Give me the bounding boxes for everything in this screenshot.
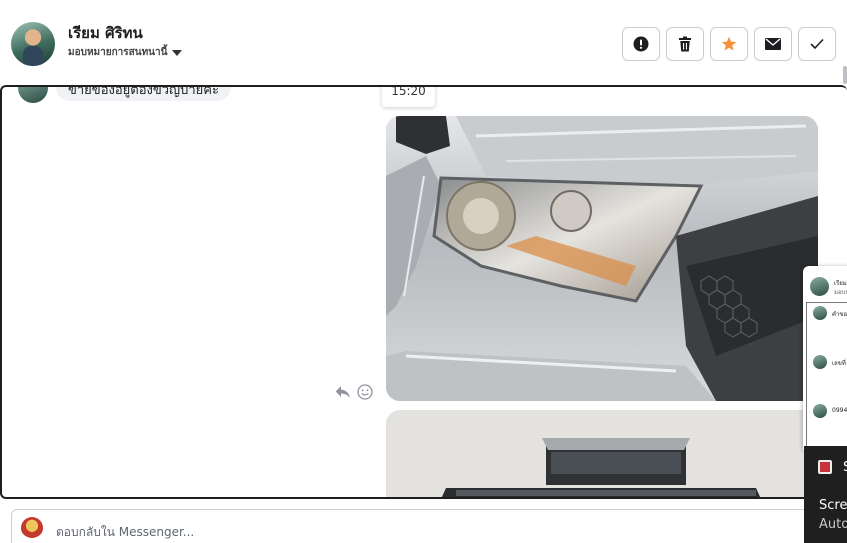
conversation-header: เรียม ศิริทน มอบหมายการสนทนานี้ [0, 0, 847, 86]
contact-avatar[interactable] [11, 22, 55, 66]
popout-item-avatar [813, 404, 827, 418]
caret-down-icon [172, 50, 183, 56]
message-tools [335, 384, 373, 400]
assign-label: มอบหมายการสนทนานี้ [68, 47, 168, 58]
popout-subtitle: มอบหม [834, 289, 847, 296]
envelope-icon [765, 38, 781, 50]
mark-spam-button[interactable] [622, 27, 660, 61]
header-scrollbar[interactable] [843, 66, 847, 84]
trash-icon [679, 36, 691, 52]
message-photo[interactable] [386, 410, 818, 497]
popout-avatar [810, 277, 829, 296]
reply-composer[interactable]: ตอบกลับใน Messenger... [11, 509, 847, 543]
conversation-actions [622, 27, 836, 61]
reply-input[interactable]: ตอบกลับใน Messenger... [56, 523, 194, 542]
delete-button[interactable] [666, 27, 704, 61]
reply-icon[interactable] [335, 385, 351, 399]
star-button[interactable] [710, 27, 748, 61]
contact-name[interactable]: เรียม ศิริทน [68, 21, 143, 45]
inbox-conversation-view: เรียม ศิริทน มอบหมายการสนทนานี้ ขายของอย… [0, 0, 847, 543]
popout-thread [806, 302, 847, 448]
exclamation-icon [633, 36, 649, 52]
check-icon [810, 38, 824, 50]
app-icon [818, 460, 832, 474]
mark-done-button[interactable] [798, 27, 836, 61]
mark-unread-button[interactable] [754, 27, 792, 61]
truck-rear-photo [386, 410, 818, 497]
page-avatar [21, 517, 43, 539]
message-photo[interactable] [386, 116, 818, 401]
popout-chat-panel[interactable]: เรียม มอบหม คำขอ เลขที่ 0994 [803, 266, 847, 450]
popout-item-avatar [813, 355, 827, 369]
sender-avatar [18, 87, 48, 103]
message-thread: ขายของอยู่ต้องขวัญบายค่ะ 15:20 [0, 85, 847, 499]
message-timestamp: 15:20 [382, 87, 435, 107]
message-bubble[interactable]: ขายของอยู่ต้องขวัญบายค่ะ [56, 87, 231, 101]
popout-item[interactable]: 0994 [832, 407, 847, 414]
emoji-icon[interactable] [357, 384, 373, 400]
popout-item[interactable]: คำขอ [832, 309, 847, 319]
assign-conversation-dropdown[interactable]: มอบหมายการสนทนานี้ [68, 45, 183, 60]
car-headlight-photo [386, 116, 818, 401]
toast-body: Autos [819, 517, 847, 532]
popout-item[interactable]: เลขที่ [832, 358, 846, 368]
toast-title: Screen [819, 498, 847, 513]
star-icon [721, 36, 737, 51]
system-notification-toast[interactable]: S Screen Autos [804, 446, 847, 543]
toast-app-name: S [843, 460, 847, 475]
popout-item-avatar [813, 306, 827, 320]
